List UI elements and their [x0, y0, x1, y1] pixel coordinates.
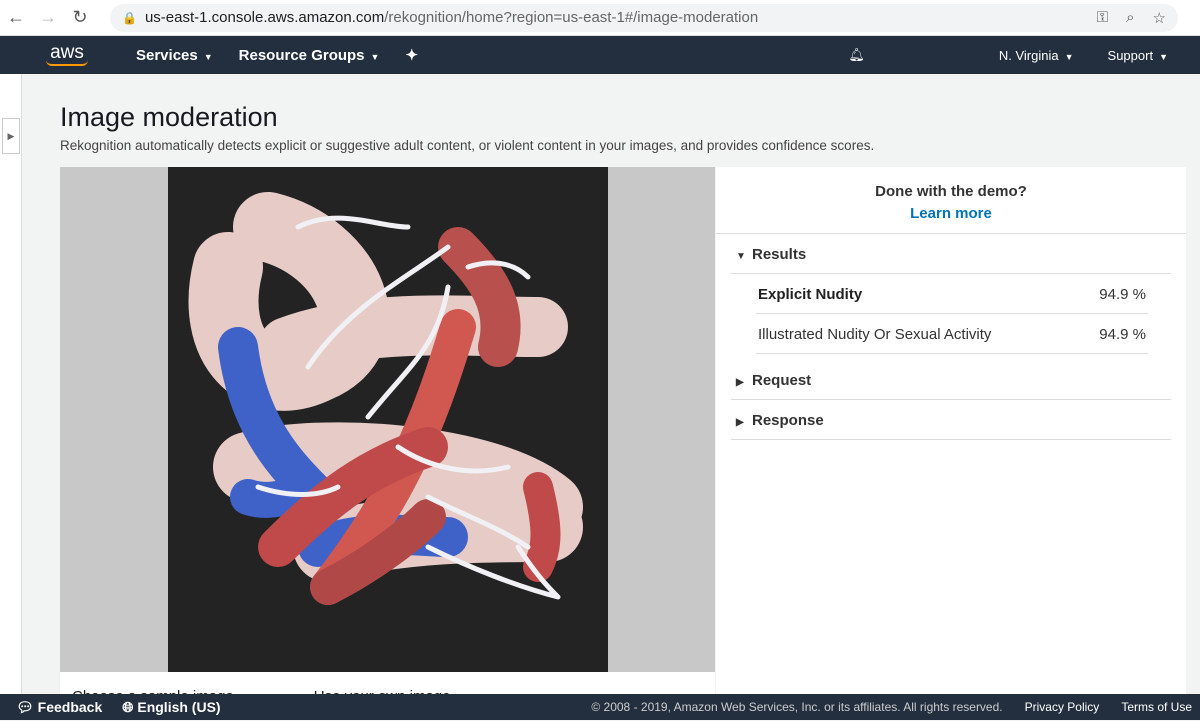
- results-panel: Done with the demo? Learn more ▼ Results …: [716, 167, 1186, 697]
- caret-right-icon: ▶: [736, 417, 744, 428]
- result-row: Illustrated Nudity Or Sexual Activity 94.…: [756, 314, 1148, 354]
- image-preview: [60, 167, 715, 672]
- star-icon[interactable]: ☆: [1153, 9, 1166, 27]
- url-path: /rekognition/home?region=us-east-1#/imag…: [384, 9, 759, 26]
- browser-toolbar: ← → ↻ 🔒 us-east-1.console.aws.amazon.com…: [0, 0, 1200, 36]
- demo-done-box: Done with the demo? Learn more: [716, 167, 1186, 234]
- sidebar: ▶: [0, 74, 22, 694]
- resource-groups-label: Resource Groups: [238, 46, 365, 64]
- response-label: Response: [752, 412, 824, 429]
- result-label: Explicit Nudity: [758, 286, 863, 303]
- terms-of-use-link[interactable]: Terms of Use: [1121, 700, 1192, 714]
- page-description: Rekognition automatically detects explic…: [60, 138, 875, 153]
- page-title: Image moderation: [60, 102, 278, 132]
- result-value: 94.9 %: [1099, 286, 1146, 303]
- globe-icon: 🌐︎: [122, 698, 138, 715]
- lock-icon: 🔒: [122, 10, 137, 25]
- pin-icon[interactable]: ✦: [405, 46, 418, 64]
- key-icon[interactable]: ⚿: [1097, 9, 1108, 27]
- support-menu[interactable]: Support ▼: [1108, 48, 1168, 63]
- resource-groups-menu[interactable]: Resource Groups ▼: [239, 47, 380, 64]
- results-section-toggle[interactable]: ▼ Results: [731, 234, 1171, 274]
- results-label: Results: [752, 246, 807, 263]
- services-menu[interactable]: Services ▼: [136, 47, 213, 64]
- chevron-down-icon: ▼: [1064, 51, 1074, 62]
- result-label: Illustrated Nudity Or Sexual Activity: [758, 326, 992, 343]
- aws-logo[interactable]: aws: [46, 41, 88, 66]
- response-section-toggle[interactable]: ▶ Response: [731, 400, 1171, 440]
- footer: 💬︎ Feedback 🌐︎ English (US) © 2008 - 201…: [0, 694, 1200, 720]
- image-panel: Choose a sample image Use your own image: [60, 167, 715, 705]
- privacy-policy-link[interactable]: Privacy Policy: [1025, 700, 1100, 714]
- zoom-icon[interactable]: ⌕: [1126, 9, 1134, 27]
- region-label: N. Virginia: [998, 47, 1059, 63]
- back-icon[interactable]: ←: [0, 7, 32, 28]
- feedback-button[interactable]: 💬︎ Feedback: [16, 699, 102, 716]
- request-label: Request: [752, 372, 812, 389]
- language-selector[interactable]: 🌐︎ English (US): [122, 699, 220, 716]
- url-host: us-east-1.console.aws.amazon.com: [144, 9, 385, 26]
- speech-bubble-icon: 💬︎: [16, 698, 38, 715]
- result-value: 94.9 %: [1099, 326, 1146, 343]
- done-text: Done with the demo?: [875, 183, 1027, 200]
- chevron-down-icon: ▼: [1159, 51, 1168, 62]
- copyright: © 2008 - 2019, Amazon Web Services, Inc.…: [591, 700, 1003, 714]
- result-row: Explicit Nudity 94.9 %: [756, 274, 1148, 314]
- chevron-down-icon: ▼: [370, 51, 380, 62]
- chevron-down-icon: ▼: [203, 51, 213, 62]
- region-menu[interactable]: N. Virginia ▼: [999, 48, 1074, 63]
- learn-more-link[interactable]: Learn more: [716, 205, 1186, 222]
- expand-sidebar-button[interactable]: ▶: [2, 118, 20, 154]
- services-label: Services: [136, 46, 198, 64]
- language-label: English (US): [137, 698, 221, 715]
- feedback-label: Feedback: [37, 698, 103, 715]
- support-label: Support: [1107, 47, 1154, 63]
- forward-icon[interactable]: →: [32, 7, 64, 28]
- reload-icon[interactable]: ↻: [64, 7, 96, 28]
- request-section-toggle[interactable]: ▶ Request: [731, 360, 1171, 400]
- bell-icon[interactable]: 🔔︎: [848, 47, 865, 63]
- aws-top-nav: aws Services ▼ Resource Groups ▼ ✦ 🔔︎ N. V…: [0, 36, 1200, 74]
- logo-text: aws: [50, 41, 84, 63]
- address-bar[interactable]: 🔒 us-east-1.console.aws.amazon.com/rekog…: [110, 3, 1178, 32]
- caret-down-icon: ▼: [736, 251, 746, 262]
- artwork-image: [168, 167, 608, 672]
- caret-right-icon: ▶: [736, 377, 744, 388]
